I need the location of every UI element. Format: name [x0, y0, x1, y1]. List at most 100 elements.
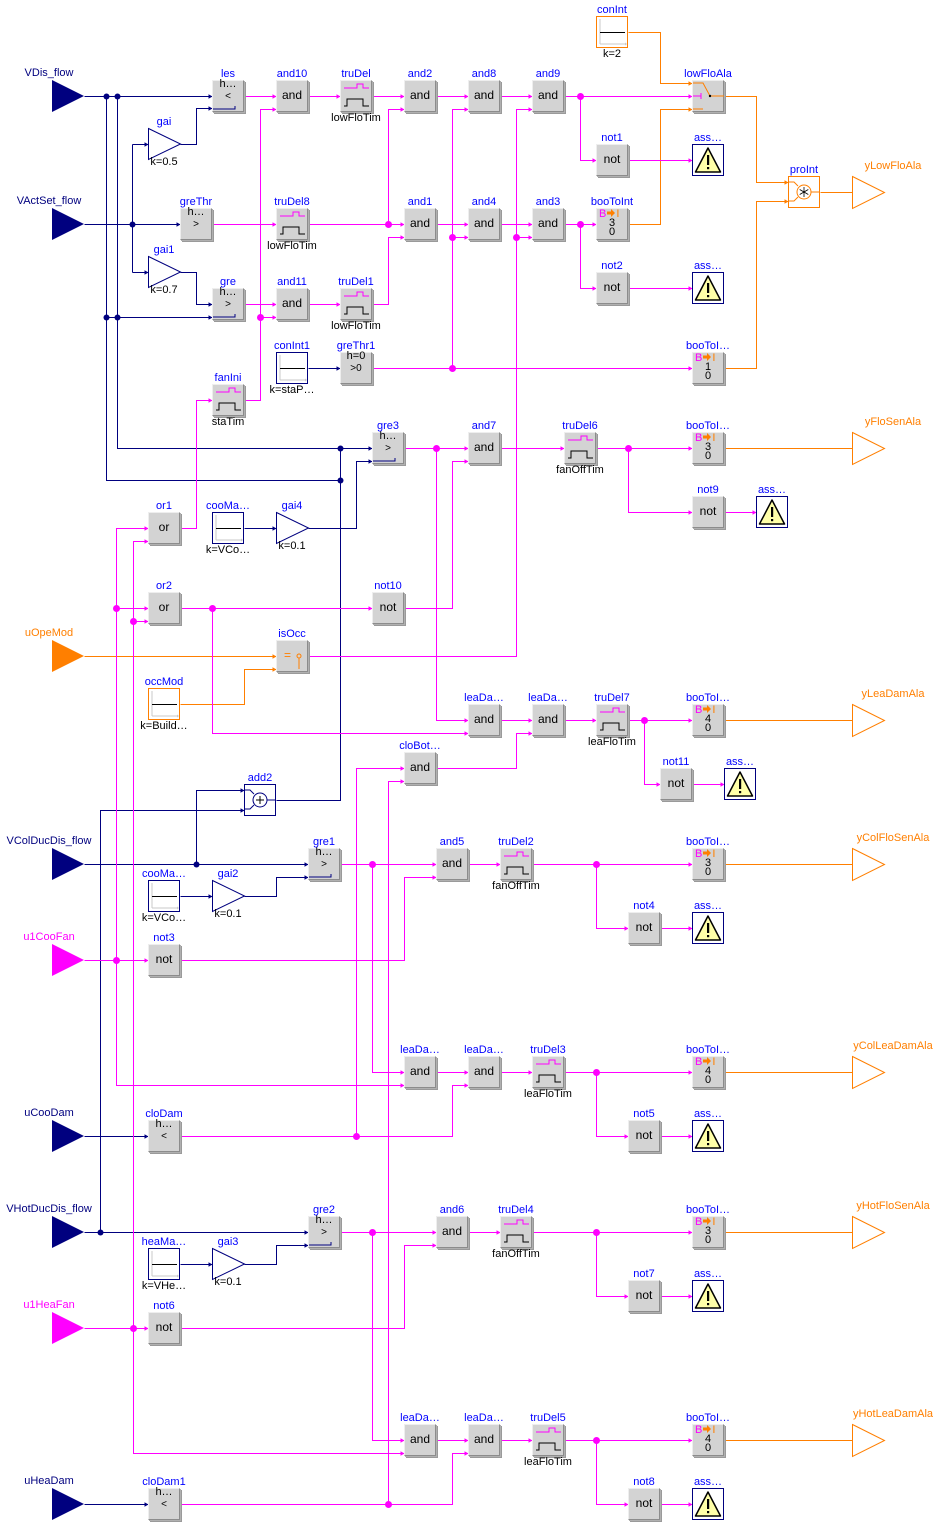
- block-gai3[interactable]: k=0.1 gai3: [212, 1236, 246, 1288]
- block-boo-to-i7[interactable]: B I 4 0 booToI…: [686, 1412, 730, 1456]
- block-boo-to-i2[interactable]: B I 3 0 booToI…: [686, 420, 730, 464]
- block-not9[interactable]: not not9: [692, 484, 724, 528]
- block-occ-mod[interactable]: k=Build… occMod: [140, 676, 187, 732]
- block-not2[interactable]: not not2: [596, 260, 628, 304]
- input-connector-u1-hea-fan[interactable]: u1HeaFan: [23, 1299, 86, 1346]
- block-and11[interactable]: and and11: [276, 276, 308, 320]
- hysteresis-label: h…: [379, 430, 397, 442]
- block-gai2[interactable]: k=0.1 gai2: [212, 868, 246, 920]
- block-add2[interactable]: add2: [244, 772, 276, 816]
- block-fan-ini[interactable]: staTim fanIni: [212, 372, 245, 428]
- input-connector-vcol-duc-dis-flow[interactable]: VColDucDis_flow: [7, 835, 91, 882]
- block-is-occ[interactable]: = isOcc: [276, 628, 308, 672]
- block-not11[interactable]: not not11: [660, 756, 692, 800]
- output-connector-y-lea-dam-ala[interactable]: yLeaDamAla: [852, 688, 924, 738]
- block-les[interactable]: h… < les: [212, 68, 244, 112]
- output-connector-y-col-flo-sen-ala[interactable]: yColFloSenAla: [852, 832, 929, 882]
- block-boo-to-int[interactable]: B I 3 0 booToInt: [591, 196, 633, 240]
- block-not6[interactable]: not not6: [148, 1300, 180, 1344]
- block-boo-to-i6[interactable]: B I 3 0 booToI…: [686, 1204, 730, 1248]
- block-tru-del2[interactable]: fanOffTim truDel2: [492, 836, 540, 892]
- block-and4[interactable]: and and4: [468, 196, 500, 240]
- block-not8[interactable]: not not8: [628, 1476, 660, 1520]
- block-not1[interactable]: not not1: [596, 132, 628, 176]
- block-boo-to-i4[interactable]: B I 3 0 booToI…: [686, 836, 730, 880]
- block-gre2[interactable]: h… > gre2: [308, 1204, 340, 1248]
- block-gre3[interactable]: h… > gre3: [372, 420, 404, 464]
- block-tru-del3[interactable]: leaFloTim truDel3: [524, 1044, 572, 1100]
- block-gre1[interactable]: h… > gre1: [308, 836, 340, 880]
- block-lea-da2[interactable]: and leaDa…: [528, 692, 568, 736]
- block-and3[interactable]: and and3: [532, 196, 564, 240]
- block-ass6[interactable]: ass…: [692, 1108, 724, 1152]
- input-connector-vdis-flow[interactable]: VDis_flow: [25, 67, 86, 114]
- block-ass4[interactable]: ass…: [724, 756, 756, 800]
- block-not3[interactable]: not not3: [148, 932, 180, 976]
- output-connector-y-hot-lea-dam-ala[interactable]: yHotLeaDamAla: [852, 1408, 933, 1458]
- input-connector-u-coo-dam[interactable]: uCooDam: [24, 1107, 86, 1154]
- block-not5[interactable]: not not5: [628, 1108, 660, 1152]
- block-tru-del4[interactable]: fanOffTim truDel4: [492, 1204, 540, 1260]
- block-parameter-label: staTim: [211, 416, 245, 428]
- output-connector-y-hot-flo-sen-ala[interactable]: yHotFloSenAla: [852, 1200, 930, 1250]
- block-tru-del1[interactable]: lowFloTim truDel1: [331, 276, 381, 332]
- block-tru-del5[interactable]: leaFloTim truDel5: [524, 1412, 572, 1468]
- comparison-symbol: >: [385, 443, 391, 454]
- block-and7[interactable]: and and7: [468, 420, 500, 464]
- block-and6[interactable]: and and6: [436, 1204, 468, 1248]
- true-delay-icon: [500, 1216, 532, 1248]
- output-connector-y-low-flo-ala[interactable]: yLowFloAla: [852, 160, 921, 210]
- block-lea-da3[interactable]: and leaDa…: [400, 1044, 440, 1088]
- block-lea-da1[interactable]: and leaDa…: [464, 692, 504, 736]
- output-connector-y-flo-sen-ala[interactable]: yFloSenAla: [852, 416, 921, 466]
- block-con-int[interactable]: k=2 conInt: [596, 4, 628, 60]
- block-tru-del7[interactable]: leaFloTim truDel7: [588, 692, 636, 748]
- block-and1[interactable]: and and1: [404, 196, 436, 240]
- block-lea-da6[interactable]: and leaDa…: [464, 1412, 504, 1456]
- block-gai4[interactable]: k=0.1 gai4: [276, 500, 310, 552]
- block-boo-to-i1[interactable]: B I 1 0 booToI…: [686, 340, 730, 384]
- block-not10[interactable]: not not10: [372, 580, 404, 624]
- block-ass5[interactable]: ass…: [692, 900, 724, 944]
- block-tru-del[interactable]: lowFloTim truDel: [331, 68, 381, 124]
- block-ass2[interactable]: ass…: [692, 260, 724, 304]
- block-name-label: conInt: [597, 4, 627, 16]
- block-gre-thr[interactable]: h… > greThr: [180, 196, 212, 240]
- block-boo-to-i3[interactable]: B I 4 0 booToI…: [686, 692, 730, 736]
- input-connector-vact-set-flow[interactable]: VActSet_flow: [17, 195, 86, 242]
- block-gre[interactable]: h… > gre: [212, 276, 244, 320]
- block-ass7[interactable]: ass…: [692, 1268, 724, 1312]
- block-gai[interactable]: k=0.5 gai: [148, 116, 182, 168]
- block-ass1[interactable]: ass…: [692, 132, 724, 176]
- block-boo-to-i5[interactable]: B I 4 0 booToI…: [686, 1044, 730, 1088]
- block-pro-int[interactable]: proInt: [788, 164, 820, 208]
- input-connector-vhot-duc-dis-flow[interactable]: VHotDucDis_flow: [6, 1203, 92, 1250]
- input-connector-u-hea-dam[interactable]: uHeaDam: [24, 1475, 86, 1522]
- input-connector-u-ope-mod[interactable]: uOpeMod: [25, 627, 86, 674]
- block-lea-da4[interactable]: and leaDa…: [464, 1044, 504, 1088]
- multiply-symbol-icon: [789, 181, 820, 202]
- block-clo-bot[interactable]: and cloBot…: [399, 740, 441, 784]
- block-or1[interactable]: or or1: [148, 500, 180, 544]
- block-clo-dam[interactable]: h… < cloDam: [145, 1108, 183, 1152]
- block-clo-dam1[interactable]: h… < cloDam1: [142, 1476, 186, 1520]
- block-not4[interactable]: not not4: [628, 900, 660, 944]
- block-and9[interactable]: and and9: [532, 68, 564, 112]
- block-low-flo-ala[interactable]: lowFloAla: [684, 68, 732, 112]
- input-connector-u1-coo-fan[interactable]: u1CooFan: [23, 931, 86, 978]
- block-name-label: occMod: [144, 676, 184, 688]
- block-gre-thr1[interactable]: h=0 >0 greThr1: [337, 340, 375, 384]
- block-ass8[interactable]: ass…: [692, 1476, 724, 1520]
- block-tru-del8[interactable]: lowFloTim truDel8: [267, 196, 317, 252]
- block-or2[interactable]: or or2: [148, 580, 180, 624]
- block-lea-da5[interactable]: and leaDa…: [400, 1412, 440, 1456]
- block-and2[interactable]: and and2: [404, 68, 436, 112]
- block-ass3[interactable]: ass…: [756, 484, 788, 528]
- block-and8[interactable]: and and8: [468, 68, 500, 112]
- block-not7[interactable]: not not7: [628, 1268, 660, 1312]
- output-connector-y-col-lea-dam-ala[interactable]: yColLeaDamAla: [852, 1040, 933, 1090]
- block-and5[interactable]: and and5: [436, 836, 468, 880]
- connection-wire: [596, 1072, 629, 1137]
- block-tru-del6[interactable]: fanOffTim truDel6: [556, 420, 604, 476]
- block-and10[interactable]: and and10: [276, 68, 308, 112]
